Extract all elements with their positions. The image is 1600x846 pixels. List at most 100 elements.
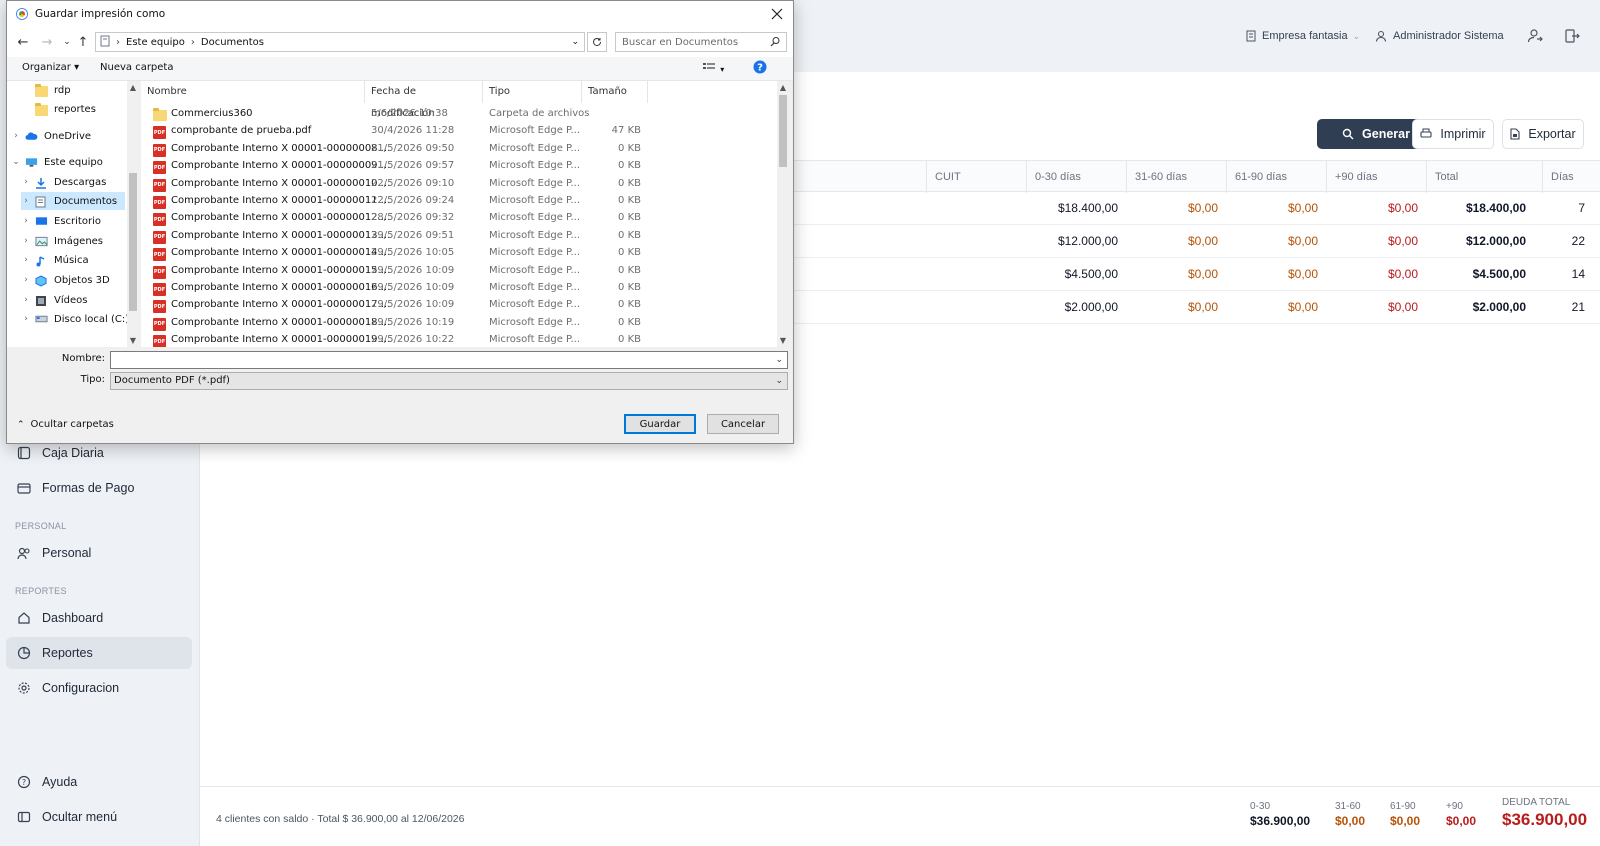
close-icon[interactable] (767, 4, 787, 24)
chevron-right-icon[interactable]: › (21, 255, 31, 265)
chevron-right-icon[interactable]: › (21, 177, 31, 187)
file-row[interactable]: PDF comprobante de prueba.pdf 30/4/2026 11… (141, 123, 777, 140)
chevron-right-icon[interactable]: › (11, 131, 21, 141)
sidebar-item-ayuda[interactable]: ? Ayuda (6, 766, 192, 798)
file-row[interactable]: PDF Comprobante Interno X 00001-00000010.… (141, 176, 777, 193)
tree-item-rdp[interactable]: rdp (21, 81, 71, 99)
file-name: Comprobante Interno X 00001-00000017.... (171, 299, 391, 311)
file-row[interactable]: PDF Comprobante Interno X 00001-00000013.… (141, 228, 777, 245)
back-arrow-icon[interactable]: ← (15, 34, 31, 50)
col-total[interactable]: Total (1426, 161, 1542, 193)
file-type-select[interactable]: Documento PDF (*.pdf) ⌄ (110, 372, 788, 390)
chevron-right-icon[interactable]: › (21, 314, 31, 324)
scroll-down-icon[interactable]: ▼ (127, 336, 139, 345)
file-row[interactable]: Commercius360 5/6/2026 10:38 Carpeta de ar… (141, 106, 777, 123)
file-row[interactable]: PDF Comprobante Interno X 00001-00000016.… (141, 280, 777, 297)
company-selector[interactable]: Empresa fantasia ⌄ (1246, 26, 1360, 46)
user-switch-icon[interactable] (1526, 27, 1544, 45)
scroll-down-icon[interactable]: ▼ (777, 336, 789, 345)
col-header-tipo[interactable]: Tipo (483, 81, 582, 103)
file-row[interactable]: PDF Comprobante Interno X 00001-00000008.… (141, 141, 777, 158)
file-row[interactable]: PDF Comprobante Interno X 00001-00000018.… (141, 315, 777, 332)
tree-item-este-equipo[interactable]: ⌄ Este equipo (11, 153, 103, 171)
file-size: 0 KB (618, 282, 641, 293)
hide-folders-toggle[interactable]: ⌃ Ocultar carpetas (17, 419, 114, 430)
user-menu[interactable]: Administrador Sistema (1375, 26, 1504, 46)
file-row[interactable]: PDF Comprobante Interno X 00001-00000014.… (141, 245, 777, 262)
tree-item-reportes[interactable]: reportes (21, 100, 96, 118)
tree-item-onedrive[interactable]: › OneDrive (11, 127, 91, 145)
col-0-30[interactable]: 0-30 días (1026, 161, 1126, 193)
tree-item-imagenes[interactable]: › Imágenes (21, 232, 103, 250)
tree-item-descargas[interactable]: › Descargas (21, 173, 106, 191)
cell-dias: 21 (1571, 300, 1585, 314)
chevron-right-icon[interactable]: › (21, 275, 31, 285)
scroll-thumb[interactable] (779, 95, 787, 167)
file-row[interactable]: PDF Comprobante Interno X 00001-00000015.… (141, 263, 777, 280)
tree-item-videos[interactable]: › Vídeos (21, 291, 87, 309)
dialog-titlebar[interactable]: Guardar impresión como (7, 1, 793, 27)
file-row[interactable]: PDF Comprobante Interno X 00001-00000011.… (141, 193, 777, 210)
up-arrow-icon[interactable]: ↑ (75, 34, 91, 50)
help-icon[interactable]: ? (753, 60, 767, 77)
file-row[interactable]: PDF Comprobante Interno X 00001-00000012.… (141, 210, 777, 227)
address-bar[interactable]: › Este equipo › Documentos ⌄ (95, 32, 585, 52)
sidebar-item-reportes[interactable]: Reportes (6, 637, 192, 669)
tree-scrollbar[interactable]: ▲ ▼ (127, 81, 139, 347)
computer-icon (100, 35, 110, 50)
print-button[interactable]: Imprimir (1412, 119, 1494, 149)
file-list-scrollbar[interactable]: ▲ ▼ (777, 81, 789, 347)
tree-item-objetos-3d[interactable]: › Objetos 3D (21, 271, 110, 289)
col-dias[interactable]: Días (1542, 161, 1600, 193)
chevron-right-icon[interactable]: › (21, 236, 31, 246)
sidebar-item-dashboard[interactable]: Dashboard (6, 602, 192, 634)
file-row[interactable]: PDF Comprobante Interno X 00001-00000009.… (141, 158, 777, 175)
tree-item-documentos[interactable]: › Documentos (21, 192, 125, 210)
forward-arrow-icon[interactable]: → (39, 34, 55, 50)
file-row[interactable]: PDF Comprobante Interno X 00001-00000017.… (141, 297, 777, 314)
col-31-60[interactable]: 31-60 días (1126, 161, 1226, 193)
chevron-right-icon[interactable]: › (21, 196, 31, 206)
file-date: 29/5/2026 10:19 (371, 316, 455, 328)
filename-input[interactable]: ⌄ (110, 351, 788, 369)
chevron-down-icon[interactable]: ⌄ (571, 37, 579, 47)
organize-menu[interactable]: Organizar ▾ (22, 62, 79, 73)
file-name: Comprobante Interno X 00001-00000015.... (171, 264, 391, 276)
chevron-right-icon[interactable]: › (21, 216, 31, 226)
new-folder-button[interactable]: Nueva carpeta (100, 62, 173, 73)
tree-item-label: Descargas (54, 176, 107, 188)
scroll-up-icon[interactable]: ▲ (777, 83, 789, 92)
export-button[interactable]: Exportar (1502, 119, 1584, 149)
chevron-right-icon[interactable]: › (21, 295, 31, 305)
col-header-tamano[interactable]: Tamaño (582, 81, 648, 103)
col-90-plus[interactable]: +90 días (1326, 161, 1426, 193)
chevron-down-icon[interactable]: ⌄ (775, 373, 783, 389)
hide-menu-button[interactable]: Ocultar menú (6, 801, 192, 833)
search-input[interactable]: Buscar en Documentos (615, 32, 787, 52)
tree-item-disco-local[interactable]: › Disco local (C:) (21, 310, 129, 328)
sidebar-item-configuracion[interactable]: Configuracion (6, 672, 192, 704)
cancel-button[interactable]: Cancelar (707, 414, 779, 434)
col-header-fecha[interactable]: Fecha de modificación (365, 81, 483, 119)
breadcrumb-documentos[interactable]: Documentos (201, 37, 264, 48)
col-cuit[interactable]: CUIT (926, 161, 1026, 193)
dialog-title: Guardar impresión como (35, 8, 166, 20)
col-61-90[interactable]: 61-90 días (1226, 161, 1326, 193)
chevron-down-icon[interactable]: ⌄ (11, 157, 21, 167)
refresh-icon[interactable] (587, 32, 607, 52)
sidebar-item-formas-de-pago[interactable]: Formas de Pago (6, 472, 192, 504)
sidebar-item-personal[interactable]: Personal (6, 537, 192, 569)
scroll-thumb[interactable] (129, 173, 137, 311)
logout-icon[interactable] (1563, 27, 1581, 45)
view-options-icon[interactable]: ▾ (703, 62, 724, 75)
save-button[interactable]: Guardar (624, 414, 696, 434)
tree-item-escritorio[interactable]: › Escritorio (21, 212, 101, 230)
file-date: 28/5/2026 09:32 (371, 212, 455, 224)
breadcrumb-este-equipo[interactable]: Este equipo (126, 37, 185, 48)
chevron-down-icon[interactable]: ⌄ (775, 352, 783, 368)
tree-item-musica[interactable]: › Música (21, 251, 89, 269)
file-row[interactable]: PDF Comprobante Interno X 00001-00000019.… (141, 332, 777, 347)
scroll-up-icon[interactable]: ▲ (127, 83, 139, 92)
file-date: 5/6/2026 10:38 (371, 108, 448, 119)
recent-locations-chevron-icon[interactable]: ⌄ (59, 34, 75, 50)
